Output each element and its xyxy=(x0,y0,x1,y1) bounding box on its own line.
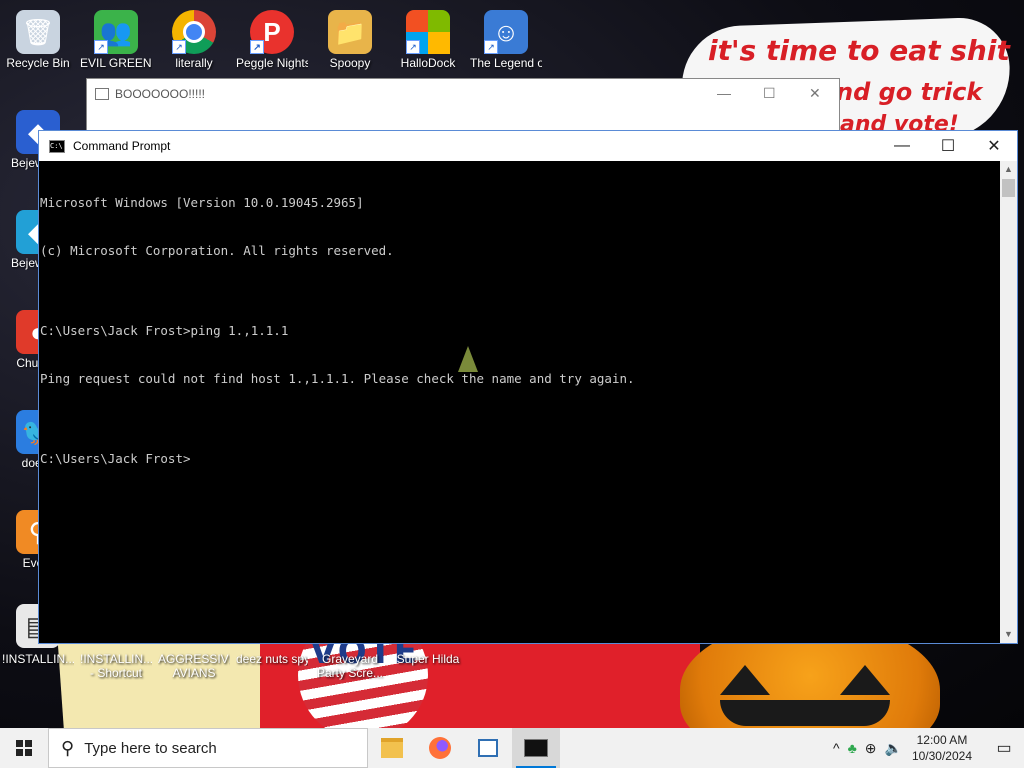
desktop-icon-label: !INSTALLIN... xyxy=(2,652,74,666)
console-line: C:\Users\Jack Frost>ping 1.,1.1.1 xyxy=(40,323,289,338)
network-icon[interactable]: ⊕ xyxy=(865,740,877,757)
desktop-icon-label: Recycle Bin xyxy=(6,56,70,70)
cmd-icon xyxy=(524,739,548,757)
taskbar-command-prompt[interactable] xyxy=(512,728,560,768)
desktop-icon-label: Super Hilda xyxy=(396,652,460,666)
background-window-title: BOOOOOOO!!!!! xyxy=(115,87,206,101)
desktop-icon-aggressive-avians[interactable]: AGGRESSIVE AVIANS xyxy=(158,652,230,680)
taskbar: ⚲ Type here to search ^ ♣ ⊕ 🔈 12:00 AM 1… xyxy=(0,728,1024,768)
shortcut-arrow-icon: ↗ xyxy=(94,40,108,54)
desktop-icon-peggle[interactable]: P↗ Peggle Nights Del xyxy=(236,4,308,70)
windows-logo-icon: ↗ xyxy=(406,10,450,54)
search-icon: ⚲ xyxy=(61,737,75,758)
maximize-button[interactable]: ☐ xyxy=(763,85,776,102)
desktop-icon-spoopy[interactable]: 📁 Spoopy xyxy=(314,4,386,70)
console-prompt-line[interactable]: C:\Users\Jack Frost> xyxy=(40,451,999,467)
taskbar-window-app[interactable] xyxy=(464,728,512,768)
people-icon[interactable]: ♣ xyxy=(848,740,857,756)
desktop-icon-deez-nuts-spy[interactable]: deez nuts spy xyxy=(236,652,308,666)
clock-date: 10/30/2024 xyxy=(911,749,972,763)
desktop-icon-recycle-bin[interactable]: 🗑 Recycle Bin xyxy=(2,4,74,70)
shortcut-arrow-icon: ↗ xyxy=(172,40,186,54)
green-men-icon: 👥 ↗ xyxy=(94,10,138,54)
console-output[interactable]: Microsoft Windows [Version 10.0.19045.29… xyxy=(39,161,999,643)
mouse-cursor-icon xyxy=(458,346,478,372)
taskbar-search-box[interactable]: ⚲ Type here to search xyxy=(48,728,368,768)
desktop-icon-label: EVIL GREEN MEN CO xyxy=(80,56,152,70)
desktop-icon-label: Peggle Nights Del xyxy=(236,56,308,70)
background-window-titlebar[interactable]: BOOOOOOO!!!!! — ☐ ✕ xyxy=(87,79,839,109)
notification-center-button[interactable]: ▭ xyxy=(984,728,1024,768)
minimize-button[interactable]: — xyxy=(717,85,731,101)
chrome-icon: ↗ xyxy=(172,10,216,54)
desktop-icon-super-hilda[interactable]: Super Hilda xyxy=(392,652,464,666)
chevron-up-icon[interactable]: ^ xyxy=(833,740,840,756)
console-line: Microsoft Windows [Version 10.0.19045.29… xyxy=(40,195,364,210)
volume-icon[interactable]: 🔈 xyxy=(885,740,902,757)
desktop-icon-label: !INSTALLIN... - Shortcut xyxy=(80,652,152,680)
file-explorer-icon xyxy=(381,738,403,758)
taskbar-firefox[interactable] xyxy=(416,728,464,768)
windows-start-icon xyxy=(16,740,32,756)
desktop-icon-hallodock[interactable]: ↗ HalloDock xyxy=(392,4,464,70)
pumpkin-mouth xyxy=(720,700,890,726)
desktop-icon-graveyard[interactable]: Graveyard Party Scre... xyxy=(314,652,386,680)
scroll-up-icon[interactable]: ▲ xyxy=(1000,161,1017,178)
desktop-icon-evil-green-men[interactable]: 👥↗ EVIL GREEN MEN CO xyxy=(80,4,152,70)
cmd-app-icon: C:\ xyxy=(49,139,65,153)
system-tray: ^ ♣ ⊕ 🔈 12:00 AM 10/30/2024 ▭ xyxy=(829,728,1024,768)
desktop-icon-label: HalloDock xyxy=(400,56,456,70)
console-line: (c) Microsoft Corporation. All rights re… xyxy=(40,243,394,258)
start-button[interactable] xyxy=(0,728,48,768)
console-line: Ping request could not find host 1.,1.1.… xyxy=(40,371,635,386)
window-app-icon xyxy=(95,88,109,100)
taskbar-file-explorer[interactable] xyxy=(368,728,416,768)
desktop-icon-label: Graveyard Party Scre... xyxy=(316,652,384,680)
cmd-titlebar[interactable]: C:\ Command Prompt — ☐ ✕ xyxy=(39,131,1017,161)
vertical-scrollbar[interactable]: ▲ ▼ xyxy=(1000,161,1017,643)
peggle-icon: P ↗ xyxy=(250,10,294,54)
scrollbar-thumb[interactable] xyxy=(1002,179,1015,197)
maximize-button[interactable]: ☐ xyxy=(925,131,971,161)
desktop-icon-installing-shortcut[interactable]: !INSTALLIN... - Shortcut xyxy=(80,652,152,680)
recycle-bin-icon: 🗑 xyxy=(16,10,60,54)
desktop-icon-label: Spoopy xyxy=(329,56,371,70)
cmd-window-title: Command Prompt xyxy=(73,139,171,153)
scroll-down-icon[interactable]: ▼ xyxy=(1000,626,1017,643)
close-button[interactable]: ✕ xyxy=(809,85,821,102)
close-button[interactable]: ✕ xyxy=(971,131,1017,161)
search-placeholder: Type here to search xyxy=(84,739,217,757)
desktop-icon-label: The Legend of Tilda xyxy=(470,56,542,70)
folder-icon: 📁 xyxy=(328,10,372,54)
firefox-icon xyxy=(429,737,451,759)
command-prompt-window[interactable]: C:\ Command Prompt — ☐ ✕ Microsoft Windo… xyxy=(38,130,1018,644)
bubble-line-2: nd go trick xyxy=(836,78,983,106)
shortcut-arrow-icon: ↗ xyxy=(250,40,264,54)
clock-time: 12:00 AM xyxy=(916,733,968,747)
desktop-icon-literally[interactable]: ↗ literally xyxy=(158,4,230,70)
clock[interactable]: 12:00 AM 10/30/2024 xyxy=(912,732,972,764)
legend-icon: ☺ ↗ xyxy=(484,10,528,54)
minimize-button[interactable]: — xyxy=(879,131,925,161)
window-app-icon xyxy=(478,739,498,757)
shortcut-arrow-icon: ↗ xyxy=(406,40,420,54)
shortcut-arrow-icon: ↗ xyxy=(484,40,498,54)
desktop-icon-label: deez nuts spy xyxy=(236,652,308,666)
desktop-icon-label: AGGRESSIVE AVIANS xyxy=(158,652,230,680)
desktop-icon-legend[interactable]: ☺↗ The Legend of Tilda xyxy=(470,4,542,70)
desktop-icon-installing[interactable]: !INSTALLIN... xyxy=(2,652,74,666)
desktop-icon-label: literally xyxy=(175,56,213,70)
notification-icon: ▭ xyxy=(996,740,1012,757)
bubble-line-1: it's time to eat shit xyxy=(708,34,1010,67)
